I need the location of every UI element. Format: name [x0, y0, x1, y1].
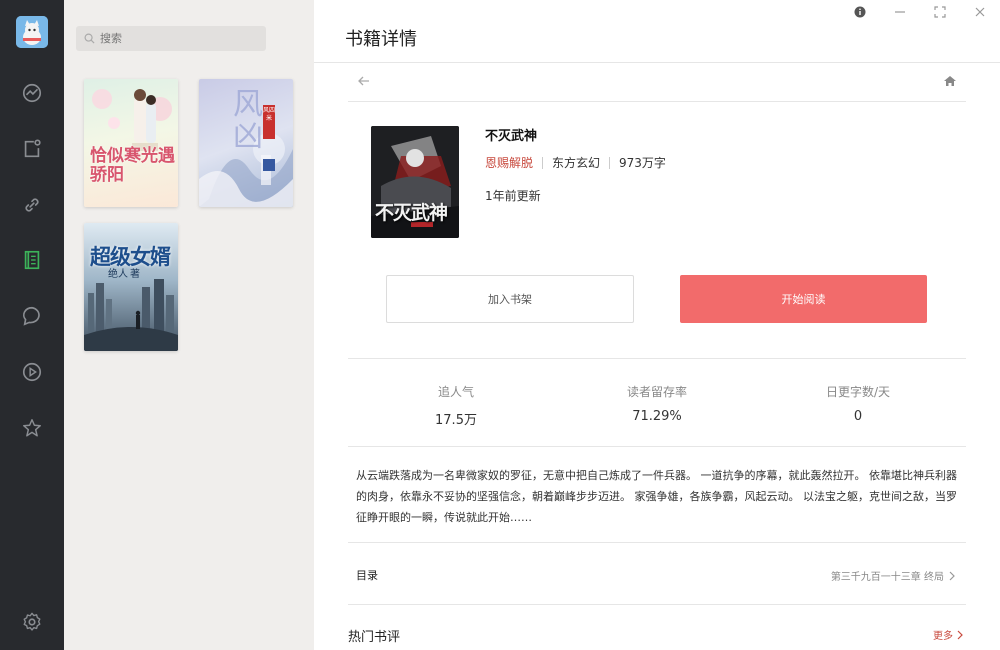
info-button[interactable]	[852, 4, 868, 20]
close-icon	[975, 7, 985, 17]
close-button[interactable]	[972, 4, 988, 20]
book-word-count: 973万字	[619, 156, 666, 170]
divider	[348, 446, 966, 447]
home-button[interactable]	[942, 73, 958, 89]
book-author-link[interactable]: 恩赐解脱	[485, 154, 533, 171]
toc-label[interactable]: 目录	[356, 567, 378, 583]
meta-separator	[542, 156, 544, 169]
stat-value: 17.5万	[435, 413, 477, 428]
app-sidebar	[0, 0, 64, 650]
star-icon	[23, 419, 41, 437]
minimize-button[interactable]	[892, 4, 908, 20]
stat-retention: 读者留存率 71.29%	[557, 383, 757, 424]
link-icon	[25, 198, 39, 212]
stat-value: 0	[853, 409, 863, 424]
clipboard-icon	[24, 139, 41, 158]
divider	[348, 358, 966, 359]
book-title: 不灭武神	[485, 129, 538, 144]
chat-icon	[23, 306, 40, 326]
shelf-book-1[interactable]: 恰似寒光遇骄阳	[84, 79, 178, 207]
info-icon	[854, 6, 866, 18]
stat-label: 读者留存率	[626, 385, 687, 399]
divider	[348, 542, 966, 543]
nav-tasks[interactable]	[16, 133, 48, 165]
stat-value: 71.29%	[632, 409, 682, 424]
book-shelf-panel: 恰似寒光遇骄阳 风凶 风四米 超级女婿 绝人 著	[64, 0, 314, 650]
nav-settings[interactable]	[16, 606, 48, 638]
latest-chapter-text: 第三千九百一十三章 终局	[830, 572, 944, 583]
home-icon	[944, 76, 956, 86]
cover-art	[92, 89, 172, 151]
search-input[interactable]	[100, 32, 250, 45]
nav-video[interactable]	[16, 356, 48, 388]
back-button[interactable]	[356, 73, 372, 89]
book-detail-panel: 书籍详情 不灭武神 不灭武神 恩赐解脱 东方玄幻 973万字 1年前更新 加入书…	[314, 0, 1000, 650]
start-reading-button[interactable]: 开始阅读	[680, 275, 927, 323]
gear-icon	[23, 612, 41, 631]
more-label: 更多	[933, 631, 953, 642]
toc-latest-chapter[interactable]: 第三千九百一十三章 终局	[831, 568, 956, 583]
divider	[314, 62, 1000, 63]
divider	[348, 101, 966, 102]
chevron-right-icon	[949, 571, 955, 580]
shelf-book-3[interactable]: 超级女婿 绝人 著	[84, 223, 178, 351]
search-icon	[84, 33, 95, 44]
cover-title: 不灭武神	[375, 202, 448, 224]
cover-author: 绝人	[108, 269, 128, 280]
stat-label: 追人气	[437, 385, 474, 399]
trend-icon	[22, 83, 42, 103]
cover-author-suffix: 著	[130, 269, 140, 280]
maximize-icon	[934, 6, 946, 18]
book-icon	[24, 250, 40, 270]
nav-favorites[interactable]	[16, 412, 48, 444]
meta-separator	[609, 156, 611, 169]
book-cover: 不灭武神	[371, 126, 459, 238]
nav-trend[interactable]	[16, 77, 48, 109]
arrow-left-icon	[358, 76, 369, 86]
nav-links[interactable]	[16, 189, 48, 221]
page-title: 书籍详情	[345, 29, 417, 50]
search-box[interactable]	[76, 26, 266, 51]
add-to-shelf-button[interactable]: 加入书架	[386, 275, 634, 323]
maximize-button[interactable]	[932, 4, 948, 20]
cover-author-seal: 风四米	[263, 105, 275, 139]
cover-title: 恰似寒光遇骄阳	[90, 146, 175, 185]
book-intro: 从云端跌落成为一名卑微家奴的罗征，无意中把自己炼成了一件兵器。 一道抗争的序幕，…	[356, 469, 957, 524]
stat-daily-words: 日更字数/天 0	[758, 383, 958, 424]
nav-chat[interactable]	[16, 300, 48, 332]
book-updated: 1年前更新	[485, 189, 541, 203]
more-reviews-link[interactable]: 更多	[933, 627, 964, 642]
app-logo-icon[interactable]	[16, 16, 48, 48]
hot-reviews-heading: 热门书评	[348, 630, 401, 645]
stat-label: 日更字数/天	[825, 385, 891, 399]
stat-popularity: 追人气 17.5万	[356, 383, 556, 428]
cover-author-line: 绝人 著	[108, 265, 140, 280]
book-meta: 恩赐解脱 东方玄幻 973万字	[485, 154, 666, 171]
chevron-right-icon	[957, 630, 963, 639]
book-category: 东方玄幻	[552, 156, 601, 170]
shelf-book-2[interactable]: 风凶 风四米	[199, 79, 293, 207]
divider	[348, 604, 966, 605]
minimize-icon	[895, 11, 905, 13]
nav-books[interactable]	[16, 244, 48, 276]
play-icon	[22, 362, 42, 382]
